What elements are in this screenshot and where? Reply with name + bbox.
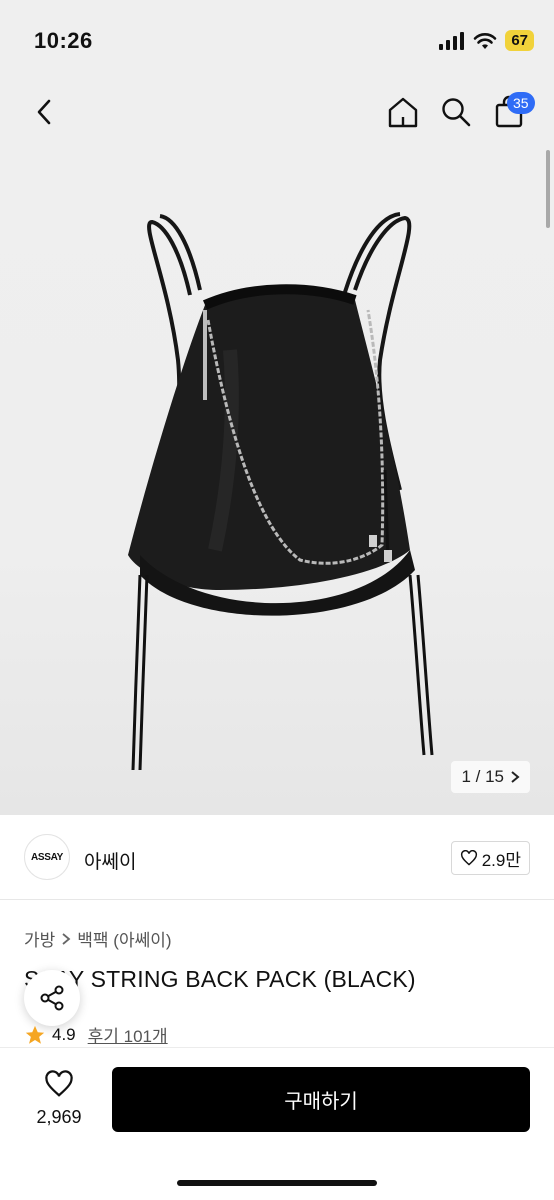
status-time: 10:26 bbox=[34, 28, 93, 53]
breadcrumb: 가방 백팩 (아쎄이) bbox=[24, 926, 172, 951]
reviews-link[interactable]: 후기 101개 bbox=[88, 1022, 168, 1047]
home-icon bbox=[388, 97, 418, 128]
brand-name[interactable]: 아쎄이 bbox=[84, 847, 136, 874]
star-icon bbox=[25, 1025, 45, 1044]
search-button[interactable] bbox=[437, 93, 475, 131]
share-icon bbox=[40, 985, 64, 1011]
brand-like-button[interactable]: 2.9만 bbox=[450, 841, 530, 875]
brand-row: ASSAY 아쎄이 2.9만 bbox=[0, 815, 554, 900]
cart-count-badge: 35 bbox=[507, 92, 535, 114]
product-title: SSAY STRING BACK PACK (BLACK) bbox=[24, 966, 416, 992]
rating-row: 4.9 후기 101개 bbox=[24, 1022, 168, 1047]
status-icons: 67 bbox=[439, 30, 534, 51]
product-image-gallery[interactable]: 1 / 15 bbox=[0, 150, 554, 815]
top-nav: 35 bbox=[0, 80, 554, 150]
chevron-left-icon bbox=[37, 99, 51, 125]
home-indicator[interactable] bbox=[177, 1180, 377, 1186]
image-pager[interactable]: 1 / 15 bbox=[451, 761, 530, 793]
breadcrumb-subcategory[interactable]: 백팩 (아쎄이) bbox=[77, 926, 171, 951]
search-icon bbox=[442, 98, 471, 127]
product-image bbox=[128, 212, 434, 771]
share-button[interactable] bbox=[24, 970, 80, 1026]
rating-score: 4.9 bbox=[52, 1024, 76, 1044]
brand-logo-text: ASSAY bbox=[30, 851, 64, 863]
battery-level: 67 bbox=[505, 30, 534, 51]
bottom-action-bar: 2,969 구매하기 bbox=[0, 1048, 554, 1200]
wifi-icon bbox=[474, 32, 497, 49]
brand-logo[interactable]: ASSAY bbox=[24, 834, 70, 880]
scrollbar[interactable] bbox=[546, 150, 550, 228]
status-bar: 10:26 67 bbox=[0, 0, 554, 80]
home-button[interactable] bbox=[384, 93, 422, 131]
breadcrumb-category[interactable]: 가방 bbox=[24, 926, 55, 951]
wishlist-button[interactable]: 2,969 bbox=[24, 1070, 94, 1128]
buy-button[interactable]: 구매하기 bbox=[112, 1067, 530, 1132]
pager-text: 1 / 15 bbox=[461, 767, 504, 786]
cellular-signal-icon bbox=[439, 31, 465, 50]
wishlist-count: 2,969 bbox=[36, 1107, 82, 1127]
heart-icon bbox=[45, 1070, 73, 1097]
chevron-right-icon bbox=[511, 771, 520, 783]
brand-like-count: 2.9만 bbox=[481, 850, 521, 870]
chevron-right-icon bbox=[62, 932, 71, 945]
heart-icon bbox=[460, 850, 477, 866]
back-button[interactable] bbox=[26, 94, 62, 130]
